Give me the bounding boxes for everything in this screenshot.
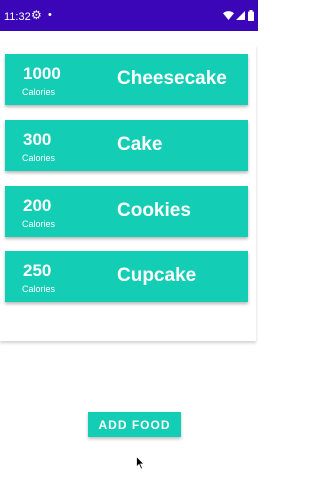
food-card[interactable]: 250 Calories Cupcake (5, 251, 248, 302)
status-bar: 11:32 ⚙ • (0, 0, 258, 31)
food-calories: 300 (23, 130, 52, 149)
food-card[interactable]: 200 Calories Cookies (5, 186, 248, 237)
food-calories: 250 (23, 261, 52, 280)
food-calories-unit: Calories (22, 87, 56, 97)
battery-icon (248, 10, 254, 21)
food-name: Cake (117, 134, 163, 155)
food-name: Cheesecake (117, 68, 227, 89)
food-calories-unit: Calories (22, 284, 56, 294)
signal-icon (236, 11, 245, 20)
mouse-cursor-icon (136, 456, 145, 470)
food-name: Cookies (117, 200, 191, 221)
food-card[interactable]: 300 Calories Cake (5, 120, 248, 171)
food-calories-unit: Calories (22, 219, 56, 229)
food-calories: 1000 (23, 64, 61, 83)
wifi-icon (223, 11, 234, 20)
dot-icon: • (48, 9, 52, 21)
food-calories: 200 (23, 196, 52, 215)
status-time: 11:32 (4, 11, 31, 23)
gear-icon: ⚙ (31, 8, 42, 22)
food-calories-unit: Calories (22, 153, 56, 163)
food-card[interactable]: 1000 Calories Cheesecake (5, 54, 248, 105)
add-food-button[interactable]: ADD FOOD (88, 412, 181, 437)
food-name: Cupcake (117, 265, 197, 286)
food-list[interactable]: 1000 Calories Cheesecake 300 Calories Ca… (0, 45, 256, 341)
